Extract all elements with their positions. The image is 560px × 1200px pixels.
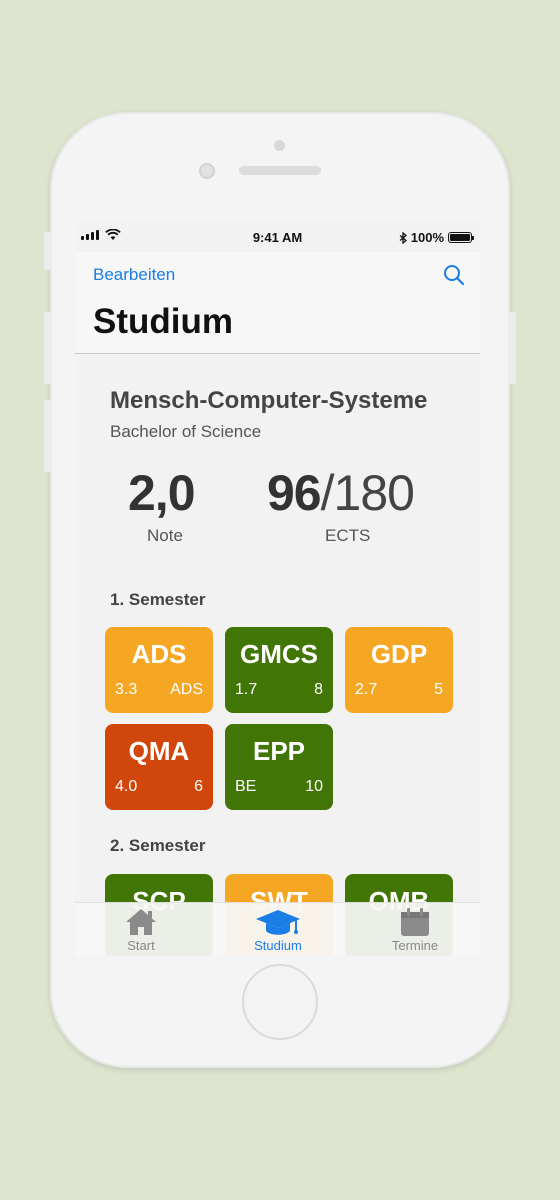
- status-right: 100%: [399, 230, 474, 245]
- module-code: ADS: [131, 639, 187, 669]
- module-credit: 5: [434, 681, 443, 698]
- tab-start[interactable]: Start: [91, 907, 191, 953]
- module-tile[interactable]: ADS 3.3 ADS: [105, 627, 213, 713]
- tab-label: Studium: [254, 938, 302, 953]
- module-grade: 4.0: [115, 778, 138, 795]
- calendar-icon: [401, 908, 429, 936]
- mute-switch: [44, 232, 52, 270]
- battery-icon: [448, 232, 474, 243]
- module-grade: 1.7: [235, 681, 258, 698]
- home-button[interactable]: [242, 964, 318, 1040]
- module-credit: 10: [305, 778, 323, 795]
- module-credit: ADS: [170, 681, 203, 698]
- module-tile[interactable]: EPP BE 10: [225, 724, 333, 810]
- study-overview: Mensch-Computer-Systeme Bachelor of Scie…: [75, 354, 480, 956]
- navigation-bar: Bearbeiten Studium: [75, 252, 480, 354]
- module-tile[interactable]: QMA 4.0 6: [105, 724, 213, 810]
- tab-label: Start: [127, 938, 155, 953]
- ects-total: /180: [320, 465, 415, 521]
- power-button: [508, 312, 516, 384]
- battery-percent: 100%: [410, 230, 444, 245]
- module-credit: 8: [314, 681, 323, 698]
- volume-down-button: [44, 400, 52, 472]
- module-code: GDP: [370, 639, 428, 669]
- module-grade: BE: [235, 778, 257, 795]
- volume-up-button: [44, 312, 52, 384]
- program-degree: Bachelor of Science: [110, 422, 262, 441]
- tab-studium[interactable]: Studium: [228, 907, 328, 953]
- ects-label: ECTS: [325, 526, 371, 545]
- ects-done: 96: [267, 465, 322, 521]
- ects-progress: 96/180: [267, 464, 415, 522]
- program-name: Mensch-Computer-Systeme: [110, 387, 428, 414]
- search-icon[interactable]: [442, 263, 466, 287]
- module-code: QMA: [128, 736, 190, 766]
- module-code: EPP: [252, 736, 306, 766]
- module-grade: 2.7: [355, 681, 378, 698]
- tab-label: Termine: [391, 938, 439, 953]
- earpiece-speaker: [239, 166, 321, 175]
- average-grade: 2,0: [128, 465, 196, 521]
- bluetooth-icon: [399, 231, 407, 244]
- home-icon: [126, 909, 156, 935]
- semester-heading: 2. Semester: [110, 836, 206, 855]
- tab-bar: Start Studium Termine: [75, 902, 480, 956]
- proximity-sensor: [274, 140, 285, 151]
- module-grade: 3.3: [115, 681, 138, 698]
- tab-termine[interactable]: Termine: [365, 907, 465, 953]
- graduation-cap-icon: [256, 910, 300, 935]
- module-credit: 6: [194, 778, 203, 795]
- module-tile[interactable]: GMCS 1.7 8: [225, 627, 333, 713]
- semester-heading: 1. Semester: [110, 590, 206, 609]
- page-title: Studium: [93, 302, 233, 341]
- app-screen: 9:41 AM 100% Bearbeiten Studium Mensch-C…: [75, 222, 480, 956]
- module-code: GMCS: [240, 639, 318, 669]
- edit-button[interactable]: Bearbeiten: [93, 265, 175, 285]
- status-bar: 9:41 AM 100%: [75, 222, 480, 252]
- front-camera: [199, 163, 215, 179]
- grade-label: Note: [147, 526, 183, 545]
- module-tile[interactable]: GDP 2.7 5: [345, 627, 453, 713]
